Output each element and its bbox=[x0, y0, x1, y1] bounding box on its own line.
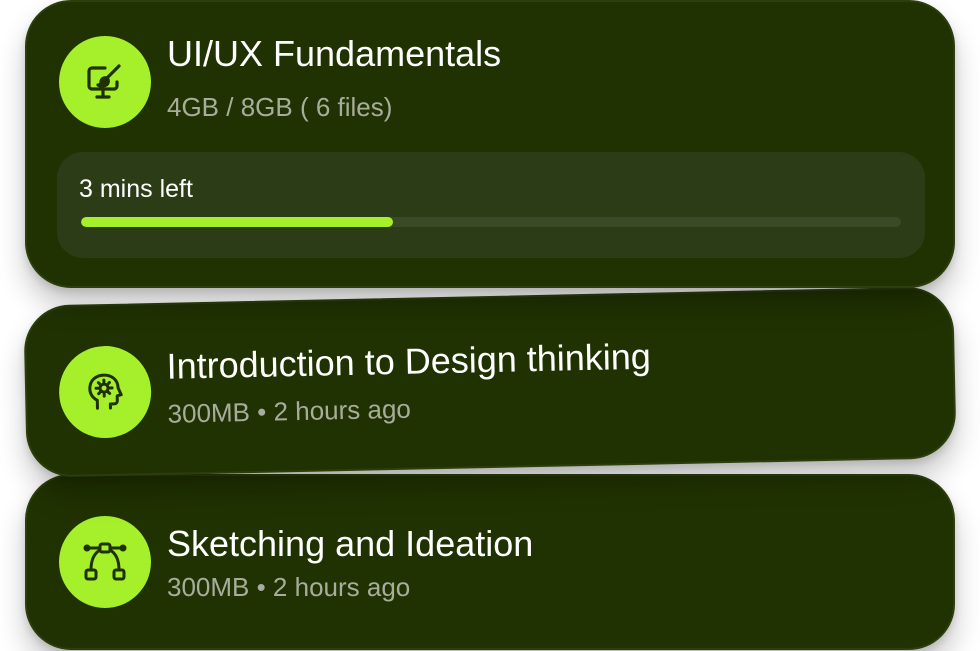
course-card-sketching[interactable]: Sketching and Ideation 300MB • 2 hours a… bbox=[25, 474, 955, 650]
progress-bar bbox=[81, 217, 901, 227]
head-gear-icon bbox=[58, 345, 153, 440]
course-meta: 4GB / 8GB ( 6 files) bbox=[167, 92, 393, 122]
course-card-ui-ux[interactable]: UI/UX Fundamentals 4GB / 8GB ( 6 files) … bbox=[25, 0, 955, 288]
time-remaining-label: 3 mins left bbox=[79, 175, 193, 203]
course-card-design-thinking[interactable]: Introduction to Design thinking 300MB • … bbox=[23, 286, 957, 478]
course-meta: 300MB • 2 hours ago bbox=[167, 572, 411, 602]
course-meta: 300MB • 2 hours ago bbox=[167, 393, 412, 429]
course-title: UI/UX Fundamentals bbox=[167, 33, 502, 74]
bezier-pen-icon bbox=[59, 516, 151, 608]
course-title: Sketching and Ideation bbox=[167, 523, 534, 564]
course-title: Introduction to Design thinking bbox=[166, 335, 652, 387]
download-progress-panel: 3 mins left bbox=[57, 152, 925, 258]
design-monitor-brush-icon bbox=[59, 36, 151, 128]
progress-bar-fill bbox=[81, 217, 393, 227]
